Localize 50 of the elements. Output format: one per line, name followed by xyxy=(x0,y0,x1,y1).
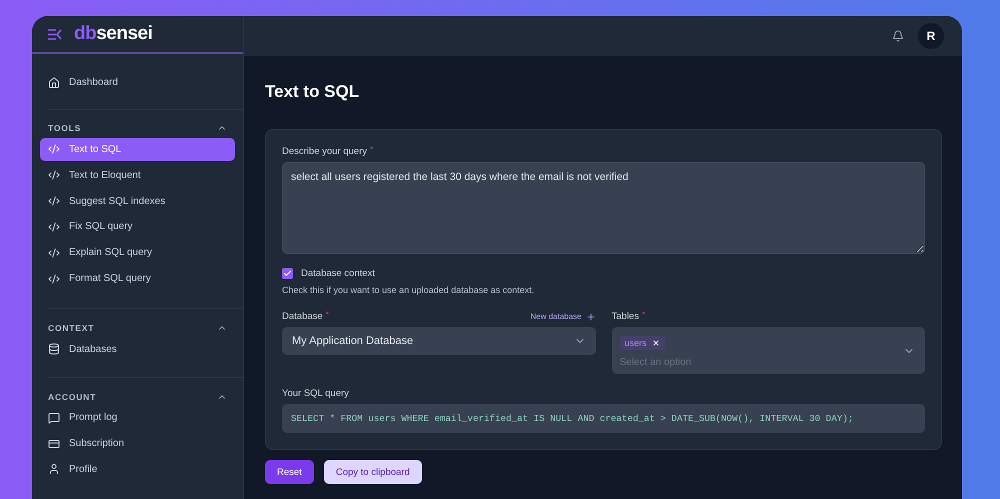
checkbox[interactable] xyxy=(282,268,293,279)
sidebar-item[interactable]: Dashboard xyxy=(40,71,235,94)
close-icon[interactable] xyxy=(652,339,660,347)
new-database-link[interactable]: New database xyxy=(530,312,596,322)
database-icon xyxy=(48,343,60,356)
section-heading: CONTEXT xyxy=(48,323,94,334)
bell-icon[interactable] xyxy=(892,30,904,42)
brand-logo: dbsensei xyxy=(74,23,152,46)
sidebar-item[interactable]: Prompt log xyxy=(40,406,235,430)
code-icon xyxy=(48,272,60,285)
plus-icon xyxy=(586,312,596,322)
reset-button[interactable]: Reset xyxy=(265,460,314,484)
sql-output: SELECT * FROM users WHERE email_verified_at IS NULL AND created_at > DATE_SUB(NOW(), INTERVAL 30 DAY); xyxy=(282,404,925,433)
required-mark: * xyxy=(326,311,329,319)
message-icon xyxy=(48,412,60,424)
sidebar-item[interactable]: Format SQL query xyxy=(40,267,235,290)
field-label: Database xyxy=(282,311,323,322)
code-icon xyxy=(48,195,60,208)
section-heading: TOOLS xyxy=(48,123,82,134)
sidebar-item[interactable]: Subscription xyxy=(40,432,235,455)
query-textarea[interactable]: select all users registered the last 30 days where the email is not verified xyxy=(282,162,925,254)
sidebar-item[interactable]: Databases xyxy=(40,338,235,360)
field-label: Tables xyxy=(612,311,639,322)
help-text: Check this if you want to use an uploaded database as context. xyxy=(282,285,536,295)
required-mark: * xyxy=(370,146,374,154)
check-icon xyxy=(283,269,292,278)
required-mark: * xyxy=(642,311,646,319)
code-icon xyxy=(48,246,60,259)
sidebar-item[interactable]: Fix SQL query xyxy=(40,215,235,238)
code-icon xyxy=(48,143,60,156)
field-label: Your SQL query xyxy=(282,388,349,399)
copy-button[interactable]: Copy to clipboard xyxy=(324,460,422,484)
table-tag[interactable]: users xyxy=(620,336,665,350)
home-icon xyxy=(48,76,60,89)
sidebar-item[interactable]: Suggest SQL indexes xyxy=(40,190,235,212)
credit-card-icon xyxy=(48,438,60,450)
sidebar-item[interactable]: Explain SQL query xyxy=(40,241,235,264)
sidebar-item[interactable]: Text to Eloquent xyxy=(40,164,235,187)
avatar[interactable]: R xyxy=(918,23,944,49)
user-icon xyxy=(48,463,60,476)
section-heading: ACCOUNT xyxy=(48,392,96,402)
sidebar-item[interactable]: Text to SQL xyxy=(40,138,235,161)
menu-icon[interactable] xyxy=(48,28,62,40)
field-label: Describe your query xyxy=(282,146,368,157)
code-icon xyxy=(48,220,60,233)
sidebar-item[interactable]: Profile xyxy=(40,458,235,481)
database-select[interactable]: My Application Database xyxy=(282,327,596,355)
checkbox-label: Database context xyxy=(301,268,375,279)
code-icon xyxy=(48,169,60,182)
page-title: Text to SQL xyxy=(265,82,360,102)
